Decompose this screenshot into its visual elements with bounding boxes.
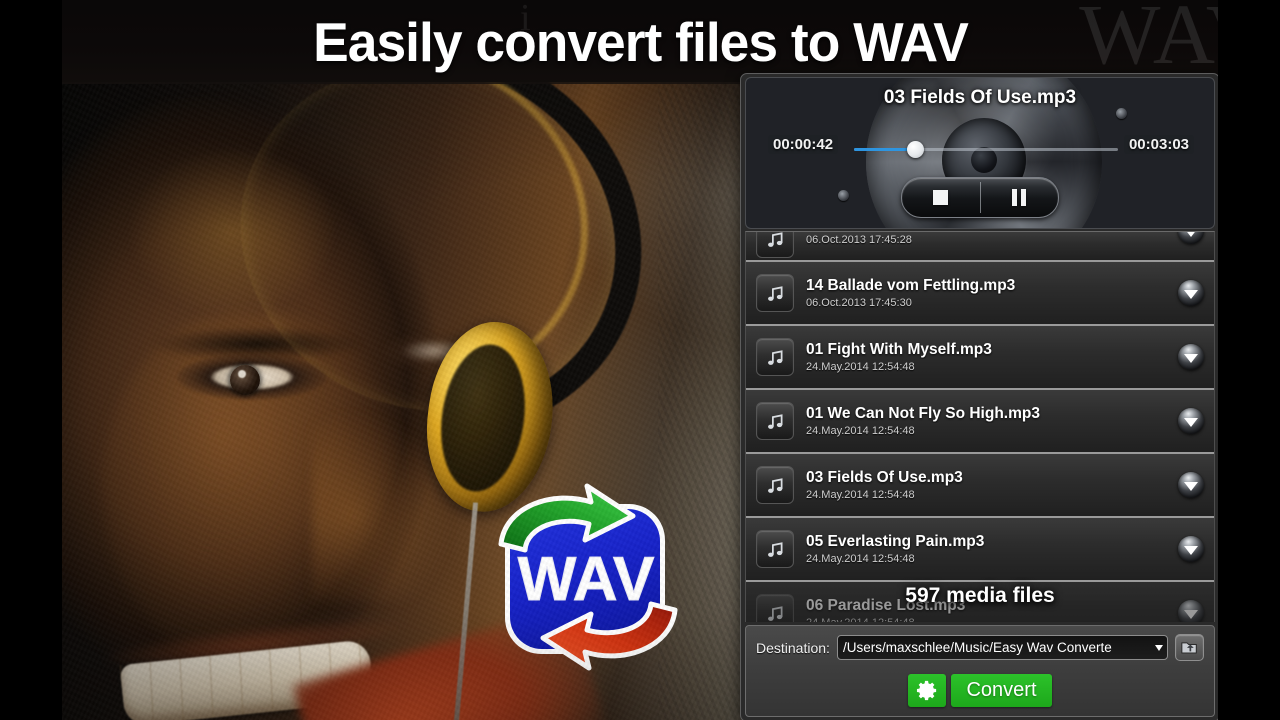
table-row[interactable]: 05 Everlasting Pain.mp3 24.May.2014 12:5… xyxy=(746,518,1214,582)
gear-icon xyxy=(916,680,937,701)
chevron-down-circle-icon[interactable] xyxy=(1178,280,1204,306)
row-text: 06.Oct.2013 17:45:28 xyxy=(806,232,1178,246)
table-row[interactable]: 06 Paradise Lost.mp3 24.May.2014 12:54:4… xyxy=(746,582,1214,622)
seek-slider-fill xyxy=(854,148,915,151)
music-note-glyph xyxy=(767,349,782,365)
letterbox-right xyxy=(1218,0,1280,720)
destination-row: Destination: /Users/maxschlee/Music/Easy… xyxy=(756,634,1204,661)
chevron-down-circle-icon[interactable] xyxy=(1178,600,1204,622)
music-note-icon xyxy=(756,274,794,312)
pause-bars-icon xyxy=(1012,189,1027,206)
music-note-glyph xyxy=(767,232,782,247)
row-text: 14 Ballade vom Fettling.mp3 06.Oct.2013 … xyxy=(806,277,1178,309)
table-row[interactable]: 06.Oct.2013 17:45:28 xyxy=(746,232,1214,262)
table-row[interactable]: 03 Fields Of Use.mp3 24.May.2014 12:54:4… xyxy=(746,454,1214,518)
music-note-icon xyxy=(756,338,794,376)
settings-button[interactable] xyxy=(908,674,947,707)
total-duration: 00:03:03 xyxy=(1123,135,1194,154)
chevron-down-circle-icon[interactable] xyxy=(1178,344,1204,370)
chevron-down-circle-icon[interactable] xyxy=(1178,536,1204,562)
media-file-list[interactable]: 06.Oct.2013 17:45:28 14 Ballade vom Fett… xyxy=(745,231,1215,622)
music-note-icon xyxy=(756,402,794,440)
music-note-glyph xyxy=(767,605,782,621)
letterbox-left xyxy=(0,0,62,720)
destination-value: /Users/maxschlee/Music/Easy Wav Converte xyxy=(842,640,1112,655)
elapsed-time: 00:00:42 xyxy=(768,135,839,154)
screenshot-stage: WAV WAV i Easily convert files to WAV 03… xyxy=(0,0,1280,720)
convert-row: Convert xyxy=(756,674,1204,707)
chevron-down-icon xyxy=(1155,644,1163,651)
row-text: 05 Everlasting Pain.mp3 24.May.2014 12:5… xyxy=(806,533,1178,565)
title-banner: WAV i Easily convert files to WAV xyxy=(0,0,1280,84)
action-bar: Destination: /Users/maxschlee/Music/Easy… xyxy=(745,625,1215,717)
seek-slider[interactable] xyxy=(854,141,1118,158)
media-player-panel: 03 Fields Of Use.mp3 00:00:42 00:03:03 xyxy=(745,77,1215,229)
music-note-glyph xyxy=(767,413,782,429)
table-row[interactable]: 01 We Can Not Fly So High.mp3 24.May.201… xyxy=(746,390,1214,454)
music-note-icon xyxy=(756,466,794,504)
list-item-filename: 05 Everlasting Pain.mp3 xyxy=(806,533,985,551)
list-item-filename: 01 Fight With Myself.mp3 xyxy=(806,341,992,359)
destination-label: Destination: xyxy=(756,639,830,656)
easy-wav-converter-window: 03 Fields Of Use.mp3 00:00:42 00:03:03 0… xyxy=(740,73,1220,720)
table-row[interactable]: 01 Fight With Myself.mp3 24.May.2014 12:… xyxy=(746,326,1214,390)
left-pupil xyxy=(230,365,260,395)
music-note-icon xyxy=(756,594,794,622)
chevron-down-circle-icon[interactable] xyxy=(1178,408,1204,434)
music-note-glyph xyxy=(767,477,782,493)
music-note-icon xyxy=(756,530,794,568)
list-item-filename: 03 Fields Of Use.mp3 xyxy=(806,469,963,487)
list-item-date: 24.May.2014 12:54:48 xyxy=(806,617,1178,622)
music-note-icon xyxy=(756,232,794,258)
table-row[interactable]: 14 Ballade vom Fettling.mp3 06.Oct.2013 … xyxy=(746,262,1214,326)
row-text: 06 Paradise Lost.mp3 24.May.2014 12:54:4… xyxy=(806,597,1178,622)
chevron-down-circle-icon[interactable] xyxy=(1178,472,1204,498)
now-playing-title: 03 Fields Of Use.mp3 xyxy=(883,87,1077,108)
speaker-screw-icon xyxy=(838,190,849,201)
destination-select[interactable]: /Users/maxschlee/Music/Easy Wav Converte xyxy=(836,635,1168,660)
speaker-screw-icon xyxy=(1116,108,1127,119)
music-note-glyph xyxy=(767,285,782,301)
stop-square-icon xyxy=(933,190,949,205)
list-item-date: 24.May.2014 12:54:48 xyxy=(806,360,915,373)
transport-controls xyxy=(901,177,1059,218)
list-item-filename: 14 Ballade vom Fettling.mp3 xyxy=(806,277,1016,295)
chevron-down-circle-icon[interactable] xyxy=(1178,232,1204,244)
pause-button[interactable] xyxy=(981,178,1059,217)
list-item-date: 24.May.2014 12:54:48 xyxy=(806,488,915,501)
svg-text:WAV: WAV xyxy=(518,545,655,614)
eye-glint xyxy=(238,370,246,378)
list-item-date: 24.May.2014 12:54:48 xyxy=(806,424,915,437)
row-text: 01 We Can Not Fly So High.mp3 24.May.201… xyxy=(806,405,1178,437)
convert-button[interactable]: Convert xyxy=(951,674,1052,707)
row-text: 03 Fields Of Use.mp3 24.May.2014 12:54:4… xyxy=(806,469,1178,501)
music-note-glyph xyxy=(767,541,782,557)
seek-slider-knob[interactable] xyxy=(906,141,924,158)
wav-logo: WAV xyxy=(498,483,678,671)
list-item-date: 24.May.2014 12:54:48 xyxy=(806,552,915,565)
page-title: Easily convert files to WAV xyxy=(312,11,969,73)
list-item-filename: 01 We Can Not Fly So High.mp3 xyxy=(806,405,1040,423)
folder-open-icon xyxy=(1181,642,1197,654)
list-item-filename: 06 Paradise Lost.mp3 xyxy=(806,597,966,615)
stop-button[interactable] xyxy=(902,178,980,217)
list-item-date: 06.Oct.2013 17:45:30 xyxy=(806,296,912,309)
row-text: 01 Fight With Myself.mp3 24.May.2014 12:… xyxy=(806,341,1178,373)
list-item-date: 06.Oct.2013 17:45:28 xyxy=(806,234,912,246)
choose-folder-button[interactable] xyxy=(1175,634,1204,661)
